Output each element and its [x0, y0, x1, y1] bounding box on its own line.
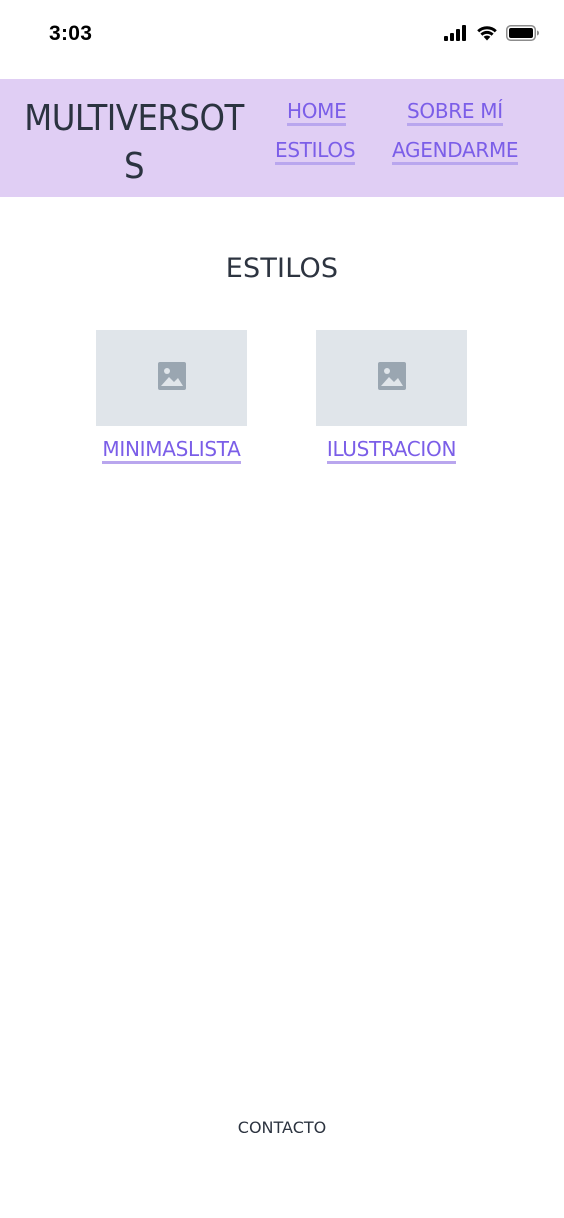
nav-link-home[interactable]: HOME: [287, 99, 347, 126]
wifi-icon: [476, 25, 498, 41]
cellular-signal-icon: [444, 25, 468, 41]
style-image-ilustracion[interactable]: [316, 330, 467, 426]
battery-icon: [506, 25, 540, 41]
style-link-ilustracion[interactable]: ILUSTRACION: [296, 437, 487, 464]
page-title: ESTILOS: [225, 253, 339, 284]
style-link-label[interactable]: ILUSTRACION: [326, 437, 456, 464]
site-header: MULTIVERSOTS HOME SOBRE MÍ ESTILOS AGEND…: [0, 79, 564, 197]
style-link-minimaslista[interactable]: MINIMASLISTA: [76, 437, 267, 464]
style-card-minimaslista: MINIMASLISTA: [96, 330, 247, 464]
nav-link-agendarme[interactable]: AGENDARME: [392, 138, 519, 165]
footer-contact[interactable]: CONTACTO: [0, 1117, 564, 1139]
status-time: 3:03: [49, 22, 93, 45]
image-placeholder-icon: [377, 362, 406, 394]
nav-link-sobre-mi[interactable]: SOBRE MÍ: [407, 99, 503, 126]
status-bar: 3:03: [0, 0, 564, 78]
style-link-label[interactable]: MINIMASLISTA: [102, 437, 241, 464]
image-placeholder-icon: [157, 362, 186, 394]
style-image-minimaslista[interactable]: [96, 330, 247, 426]
status-icons: [444, 25, 540, 41]
nav-link-estilos[interactable]: ESTILOS: [275, 138, 356, 165]
style-card-ilustracion: ILUSTRACION: [316, 330, 467, 464]
brand-logo-text[interactable]: MULTIVERSOTS: [18, 95, 250, 191]
